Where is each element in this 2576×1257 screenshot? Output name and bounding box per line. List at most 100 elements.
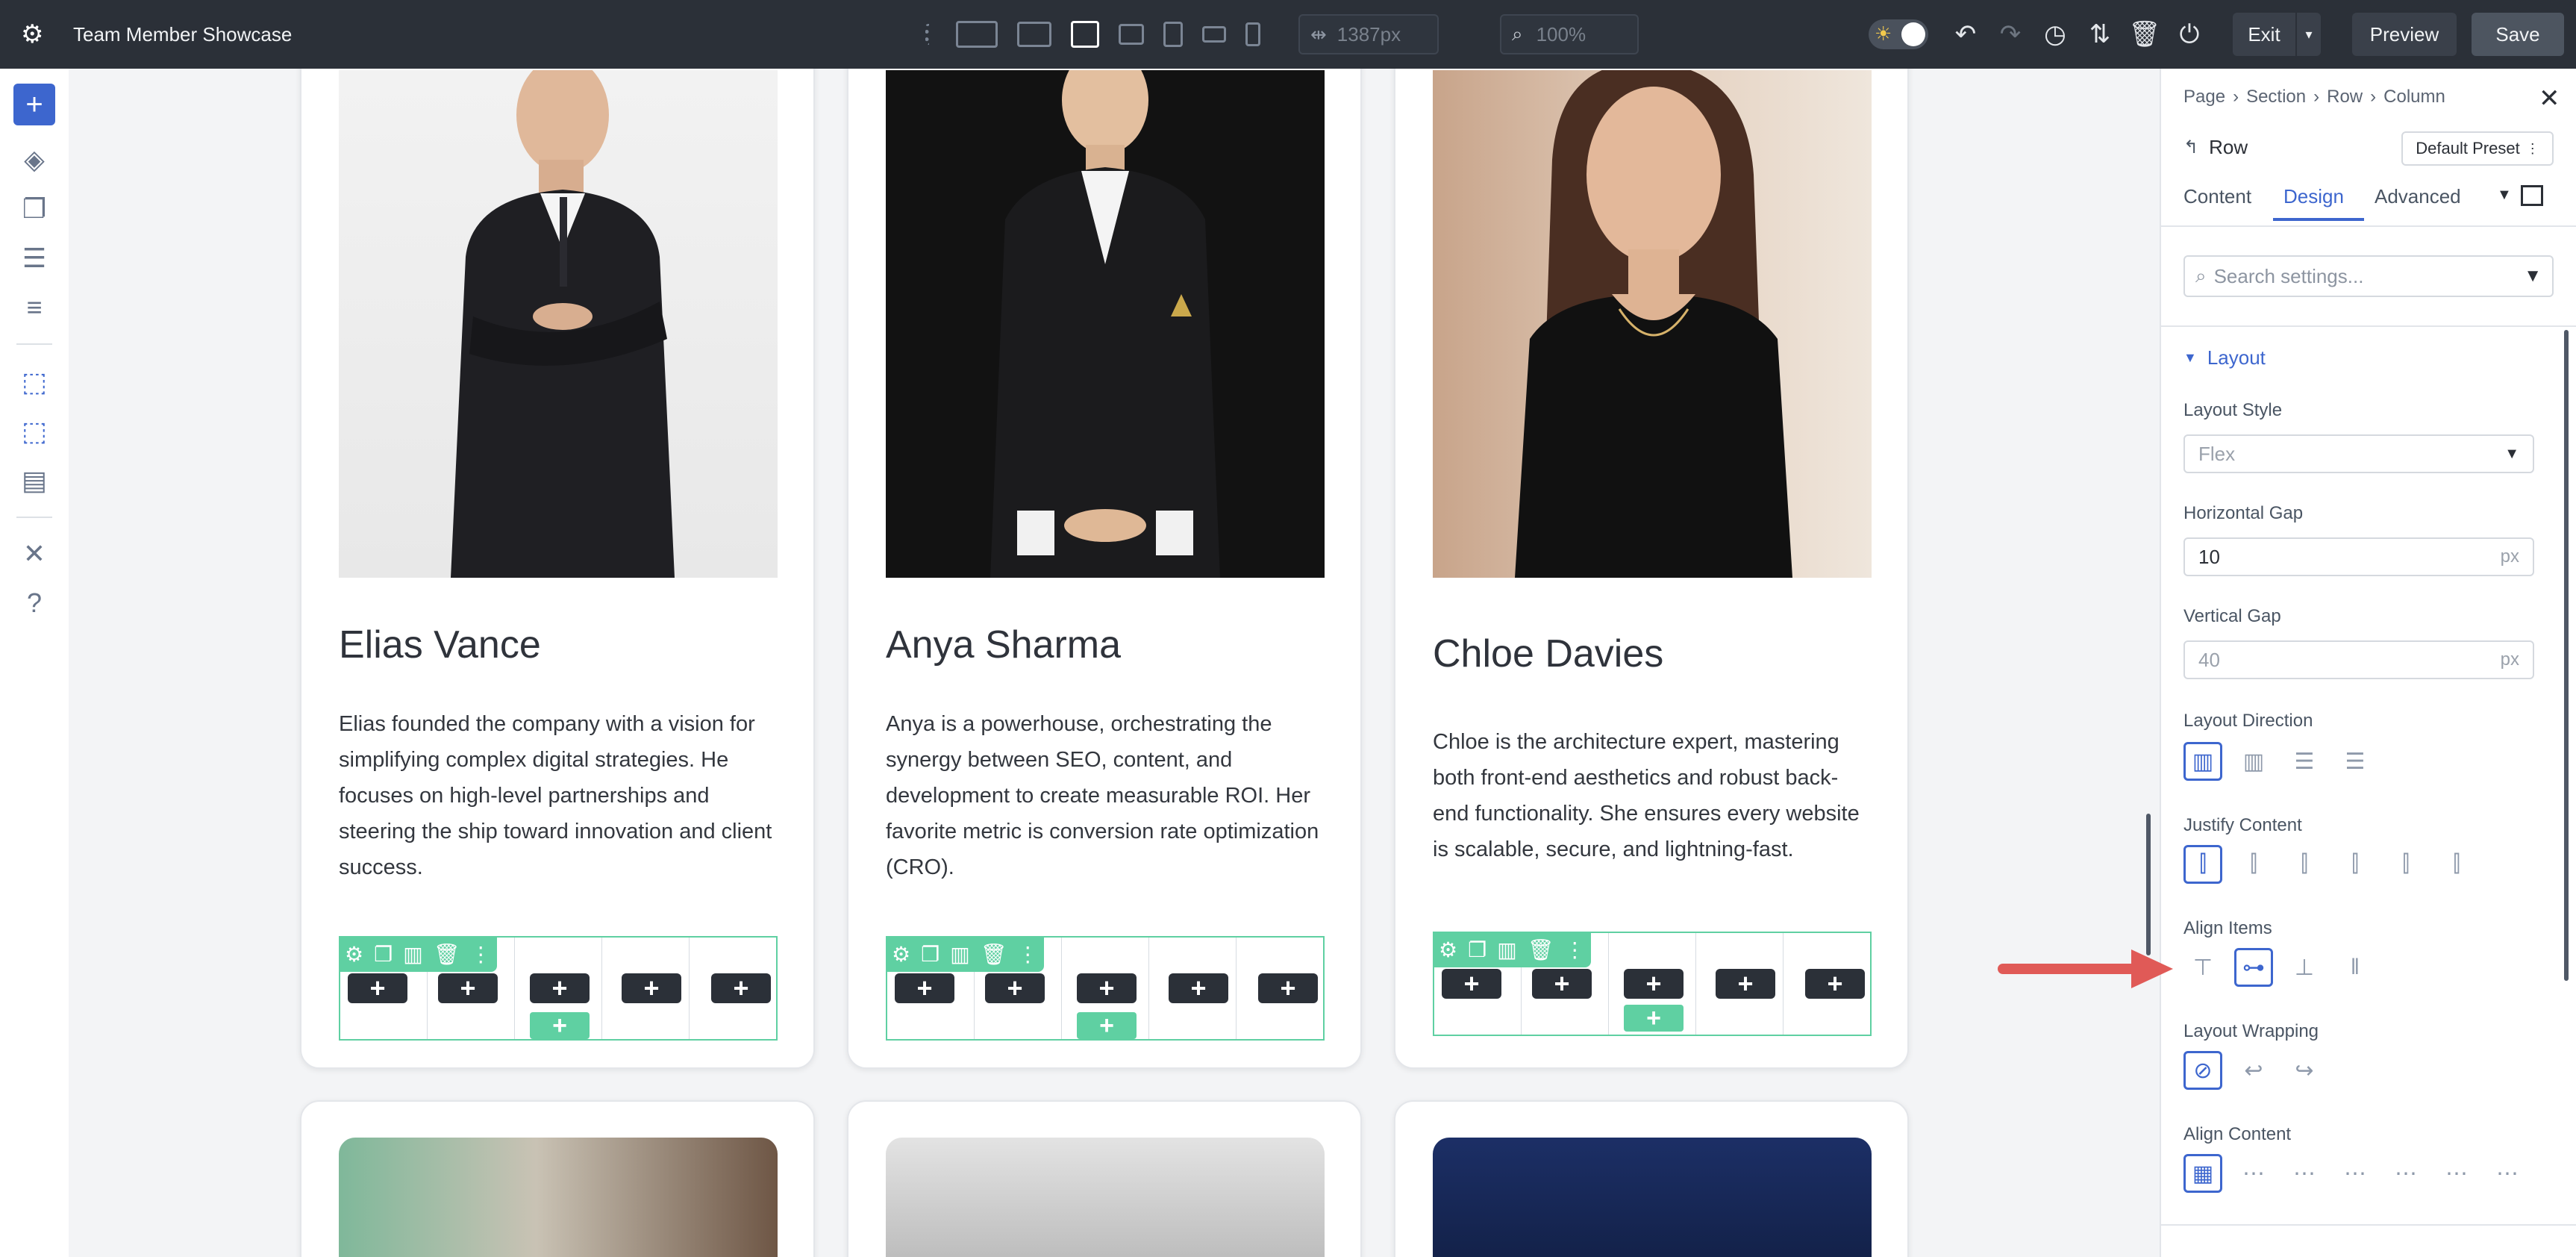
zoom-field[interactable]: ⌕ 100% [1500,14,1639,54]
drag-handle-icon[interactable] [925,24,935,45]
horizontal-gap-input[interactable]: 10 px [2183,537,2534,576]
help-icon[interactable]: ? [13,582,55,624]
align-stretch-icon[interactable]: ‖ [2336,948,2375,987]
desktop-icon[interactable] [1017,22,1051,47]
multi-select-icon[interactable]: ⬚ [13,411,55,452]
redo-icon[interactable]: ↷ [1995,19,2025,49]
save-button[interactable]: Save [2472,13,2564,56]
row-outline[interactable]: ⚙ ❐ ▥ 🗑 ⋮ + + + + + + [1433,932,1872,1036]
layers-icon[interactable]: ◈ [13,139,55,181]
add-module-button[interactable]: + [13,84,55,125]
tab-design[interactable]: Design [2283,185,2344,208]
back-arrow-icon[interactable]: ↰ [2183,137,2198,158]
justify-center-icon[interactable]: ⫿ [2234,845,2273,884]
more-options-icon[interactable]: ⋮ [470,942,491,967]
direction-column-icon[interactable]: ☰ [2285,742,2324,781]
team-member-card[interactable] [300,1100,815,1257]
settings-icon[interactable]: ⚙ [892,942,910,967]
panel-scrollbar-thumb[interactable] [2564,330,2569,981]
wide-desktop-icon[interactable] [956,21,998,48]
align-center-icon[interactable]: ⊶ [2234,948,2273,987]
team-member-card[interactable]: Chloe Davies Chloe is the architecture e… [1394,69,1909,1069]
team-member-card[interactable]: Elias Vance Elias founded the company wi… [300,69,815,1069]
align-end-icon[interactable]: ⊥ [2285,948,2324,987]
duplicate-icon[interactable]: ❐ [374,942,393,967]
laptop-icon[interactable] [1071,21,1099,48]
align-content-space-between-icon[interactable]: ⋯ [2386,1154,2425,1193]
justify-start-icon[interactable]: ⫿ [2183,845,2222,884]
add-module-button[interactable]: + [1169,973,1228,1003]
filter-icon[interactable]: ▼ [2524,266,2542,287]
justify-space-evenly-icon[interactable]: ⫿ [2437,845,2476,884]
exit-dropdown-button[interactable]: ▾ [2297,13,2321,56]
add-module-button[interactable]: + [1805,968,1865,999]
align-content-end-icon[interactable]: ⋯ [2336,1154,2375,1193]
add-module-button[interactable]: + [895,973,954,1003]
justify-space-between-icon[interactable]: ⫿ [2336,845,2375,884]
settings-search-input[interactable]: ⌕ Search settings... ▼ [2183,255,2554,297]
delete-icon[interactable]: 🗑 [981,942,1007,967]
theme-toggle[interactable]: ☀ [1869,19,1928,49]
row-outline[interactable]: ⚙ ❐ ▥ 🗑 ⋮ + + + + + + [339,936,778,1041]
preset-selector[interactable]: Default Preset ⋮ [2401,131,2554,166]
wrap-icon[interactable]: ↩ [2234,1051,2273,1090]
delete-icon[interactable]: 🗑 [1528,938,1554,962]
history-icon[interactable]: ◷ [2040,19,2070,49]
add-module-button[interactable]: + [438,973,498,1003]
align-content-start-icon[interactable]: ⋯ [2234,1154,2273,1193]
more-options-icon[interactable]: ⋮ [1564,938,1585,962]
wrap-reverse-icon[interactable]: ↪ [2285,1051,2324,1090]
direction-column-reverse-icon[interactable]: ☰ [2336,742,2375,781]
justify-end-icon[interactable]: ⫿ [2285,845,2324,884]
database-icon[interactable]: ☰ [13,237,55,279]
add-module-button[interactable]: + [622,973,681,1003]
add-row-button[interactable]: + [1077,1011,1137,1040]
breadcrumb-section[interactable]: Section [2246,87,2306,107]
undo-icon[interactable]: ↶ [1951,19,1981,49]
add-row-button[interactable]: + [1624,1004,1684,1032]
direction-row-reverse-icon[interactable]: ▥ [2234,742,2273,781]
add-module-button[interactable]: + [711,973,771,1003]
team-member-card[interactable] [847,1100,1362,1257]
sort-arrows-icon[interactable]: ⇅ [2085,19,2115,49]
add-row-button[interactable]: + [530,1011,590,1040]
sliders-icon[interactable]: ≡ [13,287,55,328]
close-icon[interactable]: ✕ [2539,84,2560,113]
tools-icon[interactable]: ✕ [13,533,55,575]
device-frame-icon[interactable] [2521,185,2543,206]
more-tabs-caret-icon[interactable]: ▼ [2497,187,2512,204]
team-member-card[interactable]: Anya Sharma Anya is a powerhouse, orches… [847,69,1362,1069]
add-module-button[interactable]: + [1716,968,1775,999]
trash-icon[interactable]: 🗑 [2128,19,2160,49]
row-outline[interactable]: ⚙ ❐ ▥ 🗑 ⋮ + + + + + + [886,936,1325,1041]
team-member-card[interactable] [1394,1100,1909,1257]
align-content-space-evenly-icon[interactable]: ⋯ [2488,1154,2527,1193]
preview-button[interactable]: Preview [2352,13,2457,56]
breadcrumb-column[interactable]: Column [2383,87,2445,107]
template-settings-icon[interactable]: ▤ [13,460,55,502]
columns-icon[interactable]: ▥ [1497,938,1516,962]
tab-advanced[interactable]: Advanced [2375,185,2461,208]
add-module-button[interactable]: + [1532,968,1592,999]
settings-icon[interactable]: ⚙ [345,942,363,967]
layout-style-select[interactable]: Flex ▼ [2183,434,2534,473]
tab-content[interactable]: Content [2183,185,2251,208]
tablet-portrait-icon[interactable] [1163,22,1183,47]
add-module-button[interactable]: + [348,973,407,1003]
justify-space-around-icon[interactable]: ⫿ [2386,845,2425,884]
phone-portrait-icon[interactable] [1245,22,1260,46]
canvas-width-field[interactable]: ⇹ 1387px [1298,14,1439,54]
exit-button[interactable]: Exit [2233,13,2295,56]
canvas-scrollbar-thumb[interactable] [2146,814,2151,955]
no-wrap-icon[interactable]: ⊘ [2183,1051,2222,1090]
breadcrumb-row[interactable]: Row [2327,87,2363,107]
settings-icon[interactable]: ⚙ [1439,938,1457,962]
duplicate-icon[interactable]: ❐ [921,942,940,967]
settings-gear-icon[interactable]: ⚙ [21,19,43,49]
add-module-button[interactable]: + [985,973,1045,1003]
tablet-landscape-icon[interactable] [1119,24,1144,45]
align-content-center-icon[interactable]: ⋯ [2285,1154,2324,1193]
click-select-icon[interactable]: ⬚ [13,361,55,403]
direction-row-icon[interactable]: ▥ [2183,742,2222,781]
vertical-gap-input[interactable]: 40 px [2183,640,2534,679]
